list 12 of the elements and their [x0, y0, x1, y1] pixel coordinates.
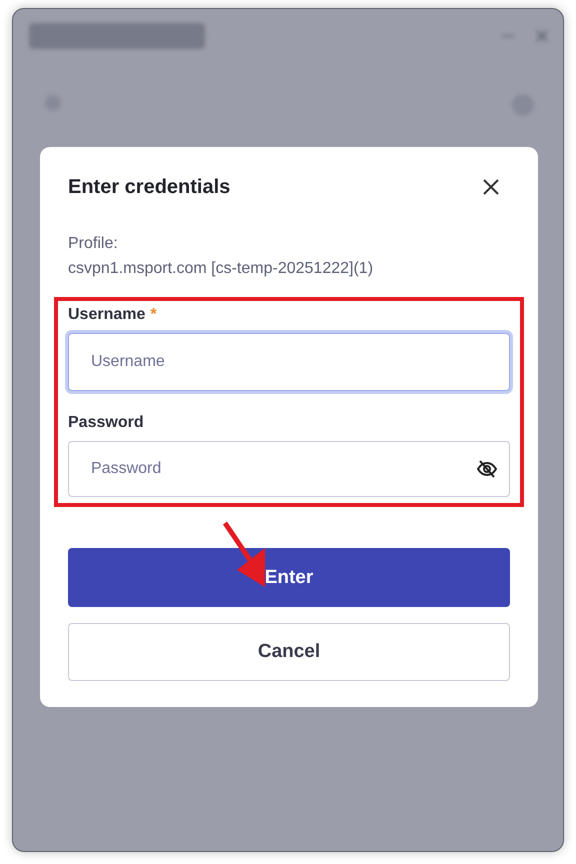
eye-slash-icon[interactable] [476, 458, 498, 480]
password-field[interactable]: Password [68, 441, 510, 497]
dialog-title: Enter credentials [68, 176, 230, 198]
enter-button[interactable]: Enter [68, 548, 510, 607]
field-label: Username [68, 306, 146, 324]
arrow [222, 522, 265, 587]
required-mark: * [150, 306, 157, 324]
profile-name: csvpn1.msport.com [cs-temp-20251222](1) [68, 259, 374, 279]
username-field[interactable]: Username [68, 333, 510, 391]
profile-label: Profile: [68, 234, 119, 254]
field-label: Password [68, 414, 144, 432]
cancel-button[interactable]: Cancel [68, 623, 510, 681]
